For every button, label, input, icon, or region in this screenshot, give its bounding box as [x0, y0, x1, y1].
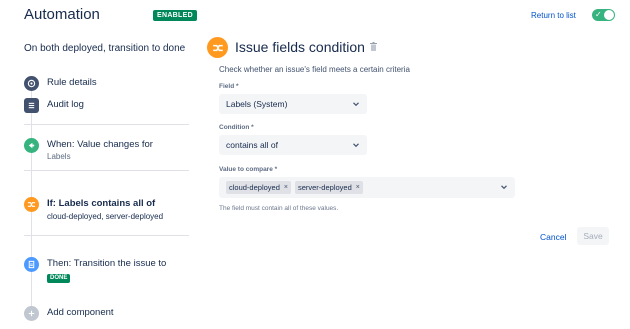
condition-select[interactable]: contains all of [219, 135, 367, 155]
label-chip: server-deployed × [294, 181, 363, 194]
chip-label: server-deployed [297, 183, 352, 192]
list-icon [24, 98, 39, 113]
save-button[interactable]: Save [577, 227, 609, 245]
rule-name: On both deployed, transition to done [24, 43, 186, 54]
sidebar-divider [24, 124, 189, 125]
rule-enabled-toggle[interactable]: ✓ [592, 9, 615, 21]
sidebar-item-sub: Labels [47, 152, 71, 161]
sidebar-divider [24, 170, 189, 171]
condition-select-value: contains all of [226, 140, 278, 150]
close-icon[interactable]: × [284, 184, 288, 191]
field-select-value: Labels (System) [226, 99, 288, 109]
shuffle-icon [24, 197, 39, 212]
chevron-down-icon [353, 102, 359, 107]
helper-text: The field must contain all of these valu… [219, 205, 339, 212]
sidebar-item-text: Then: Transition the issue to DONE [47, 257, 166, 283]
shuffle-icon [207, 37, 228, 58]
chevron-down-icon [353, 143, 359, 148]
sidebar-item-label: If: Labels contains all of [47, 198, 156, 209]
plus-icon [24, 306, 39, 321]
sidebar-item-text: When: Value changes for Labels [47, 138, 153, 163]
return-to-list-link[interactable]: Return to list [531, 11, 576, 20]
check-icon: ✓ [595, 10, 602, 19]
sidebar-item-label: Then: Transition the issue to [47, 258, 167, 269]
sidebar-item-label: Add component [47, 307, 114, 318]
sidebar-item-add-component[interactable]: Add component [24, 306, 114, 321]
condition-title: Issue fields condition [235, 39, 365, 55]
sidebar-item-audit-log[interactable]: Audit log [24, 98, 84, 113]
compare-label: Value to compare * [219, 166, 278, 173]
sidebar-item-rule-details[interactable]: Rule details [24, 76, 97, 91]
chevron-down-icon[interactable] [500, 183, 508, 191]
chip-label: cloud-deployed [229, 183, 280, 192]
sidebar-item-label: Audit log [47, 99, 84, 110]
sidebar-item-trigger[interactable]: When: Value changes for Labels [24, 138, 153, 163]
field-select[interactable]: Labels (System) [219, 94, 367, 114]
document-icon [24, 257, 39, 272]
sidebar-item-condition[interactable]: If: Labels contains all of cloud-deploye… [24, 197, 163, 223]
close-icon[interactable]: × [356, 184, 360, 191]
sidebar-divider [24, 235, 189, 236]
label-chip: cloud-deployed × [226, 181, 291, 194]
value-to-compare-multiselect[interactable]: cloud-deployed × server-deployed × [219, 177, 515, 198]
cancel-button[interactable]: Cancel [537, 230, 569, 244]
trash-icon[interactable] [370, 42, 377, 51]
condition-label: Condition * [219, 124, 254, 131]
sidebar-item-label: When: Value changes for [47, 139, 153, 150]
status-badge-done: DONE [47, 274, 71, 283]
condition-description: Check whether an issue's field meets a c… [219, 65, 410, 74]
sidebar-item-action[interactable]: Then: Transition the issue to DONE [24, 257, 166, 283]
sidebar-item-label: Rule details [47, 77, 97, 88]
trigger-icon [24, 138, 39, 153]
sidebar-item-sub: cloud-deployed, server-deployed [47, 212, 164, 221]
sidebar-item-text: If: Labels contains all of cloud-deploye… [47, 197, 163, 223]
page-title: Automation [24, 6, 100, 23]
status-badge: ENABLED [153, 10, 197, 21]
field-label: Field * [219, 83, 239, 90]
toggle-knob [604, 10, 614, 20]
info-icon [24, 76, 39, 91]
